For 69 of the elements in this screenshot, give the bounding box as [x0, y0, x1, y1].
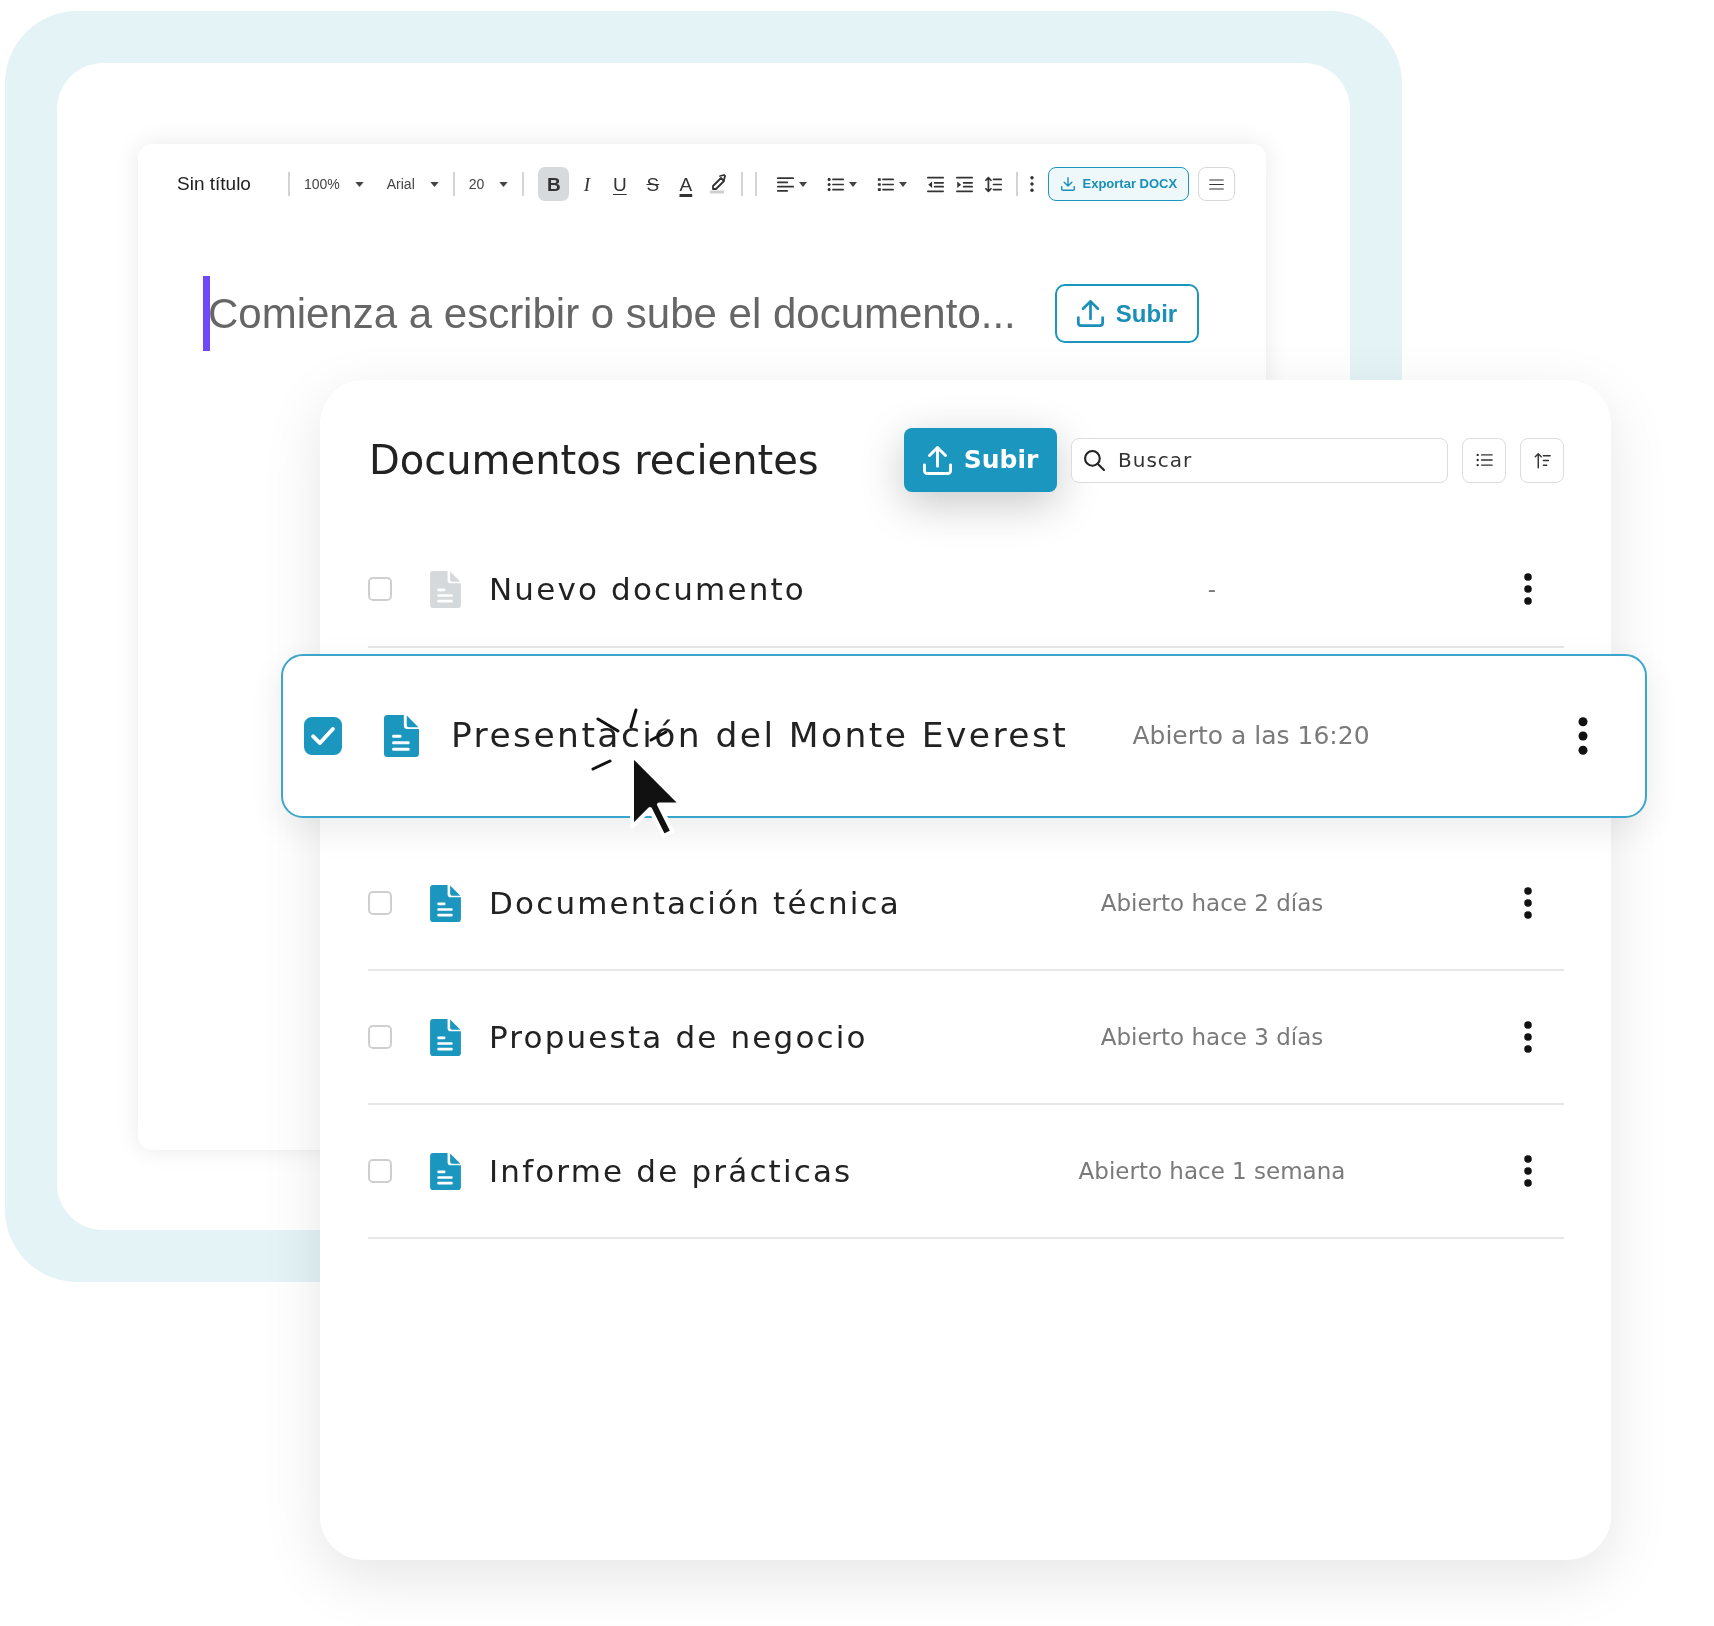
zoom-dropdown[interactable]: 100% — [303, 173, 364, 195]
opened-time: Abierto hace 1 semana — [1077, 1156, 1347, 1186]
font-dropdown[interactable]: Arial — [386, 173, 439, 195]
checkbox[interactable] — [368, 1025, 392, 1049]
more-icon[interactable] — [1524, 1021, 1532, 1053]
search-field[interactable]: Buscar — [1071, 437, 1448, 483]
line-spacing-icon[interactable] — [985, 175, 1003, 193]
document-name: Presentación del Monte Everest — [451, 717, 1069, 755]
document-icon — [384, 715, 419, 757]
upload-icon — [922, 445, 952, 475]
outdent-icon[interactable] — [927, 175, 945, 193]
download-icon — [1060, 177, 1075, 191]
document-row[interactable]: Nuevo documento - — [368, 532, 1564, 648]
document-row[interactable]: Informe de prácticas Abierto hace 1 semana — [368, 1105, 1564, 1239]
caret-icon[interactable] — [429, 181, 439, 187]
indent-icon[interactable] — [956, 175, 974, 193]
sort-icon — [1533, 451, 1551, 469]
strikethrough-button[interactable]: S — [637, 167, 669, 201]
list-icon — [1475, 453, 1493, 467]
checkbox[interactable] — [368, 577, 392, 601]
document-name: Nuevo documento — [489, 571, 806, 607]
numbered-list-icon[interactable] — [877, 175, 895, 193]
more-icon[interactable] — [1524, 1155, 1532, 1187]
upload-button[interactable]: Subir — [1055, 284, 1199, 343]
opened-time: - — [1206, 574, 1218, 604]
list-view-button[interactable] — [1462, 437, 1506, 483]
opened-time: Abierto a las 16:20 — [1131, 720, 1371, 753]
opened-time: Abierto hace 2 días — [1099, 888, 1325, 918]
check-icon — [311, 727, 335, 745]
document-icon — [430, 1152, 461, 1190]
text-color-button[interactable]: A — [670, 167, 702, 201]
document-icon — [430, 1018, 461, 1056]
document-row[interactable]: Documentación técnica Abierto hace 2 días — [368, 837, 1564, 971]
menu-button[interactable] — [1198, 167, 1236, 201]
more-icon[interactable] — [1030, 175, 1035, 193]
align-left-icon[interactable] — [777, 175, 795, 193]
bulleted-list-icon[interactable] — [827, 175, 845, 193]
document-name: Informe de prácticas — [489, 1153, 853, 1189]
menu-icon — [1209, 178, 1225, 190]
upload-icon — [1076, 300, 1104, 327]
bold-button[interactable]: B — [538, 167, 570, 201]
document-name: Documentación técnica — [489, 885, 901, 921]
blank-document-icon — [430, 570, 461, 608]
font-size-dropdown[interactable]: 20 — [468, 173, 509, 195]
highlighter-icon[interactable] — [709, 174, 728, 194]
caret-icon[interactable] — [499, 181, 509, 187]
more-icon[interactable] — [1578, 717, 1588, 755]
checkbox[interactable] — [368, 1159, 392, 1183]
caret-icon[interactable] — [849, 181, 858, 187]
search-icon — [1084, 449, 1105, 471]
document-row[interactable]: Propuesta de negocio Abierto hace 3 días — [368, 971, 1564, 1105]
document-row[interactable]: Presentación del Monte Everest Abierto a las 16:20 — [281, 654, 1647, 818]
opened-time: Abierto hace 3 días — [1099, 1022, 1325, 1052]
panel-title: Documentos recientes — [369, 436, 819, 485]
more-icon[interactable] — [1524, 573, 1532, 605]
document-name: Propuesta de negocio — [489, 1019, 868, 1055]
checkbox[interactable] — [368, 891, 392, 915]
caret-icon[interactable] — [354, 181, 364, 187]
document-icon — [430, 884, 461, 922]
underline-button[interactable]: U — [604, 167, 636, 201]
caret-icon[interactable] — [799, 181, 808, 187]
checkbox[interactable] — [304, 717, 342, 755]
sort-button[interactable] — [1520, 437, 1564, 483]
more-icon[interactable] — [1524, 887, 1532, 919]
document-title: Sin título — [177, 171, 251, 196]
text-cursor-icon — [203, 276, 210, 351]
editor-field[interactable]: Comienza a escribir o sube el documento... — [208, 282, 1055, 345]
italic-button[interactable]: I — [571, 167, 603, 201]
caret-icon[interactable] — [899, 181, 908, 187]
